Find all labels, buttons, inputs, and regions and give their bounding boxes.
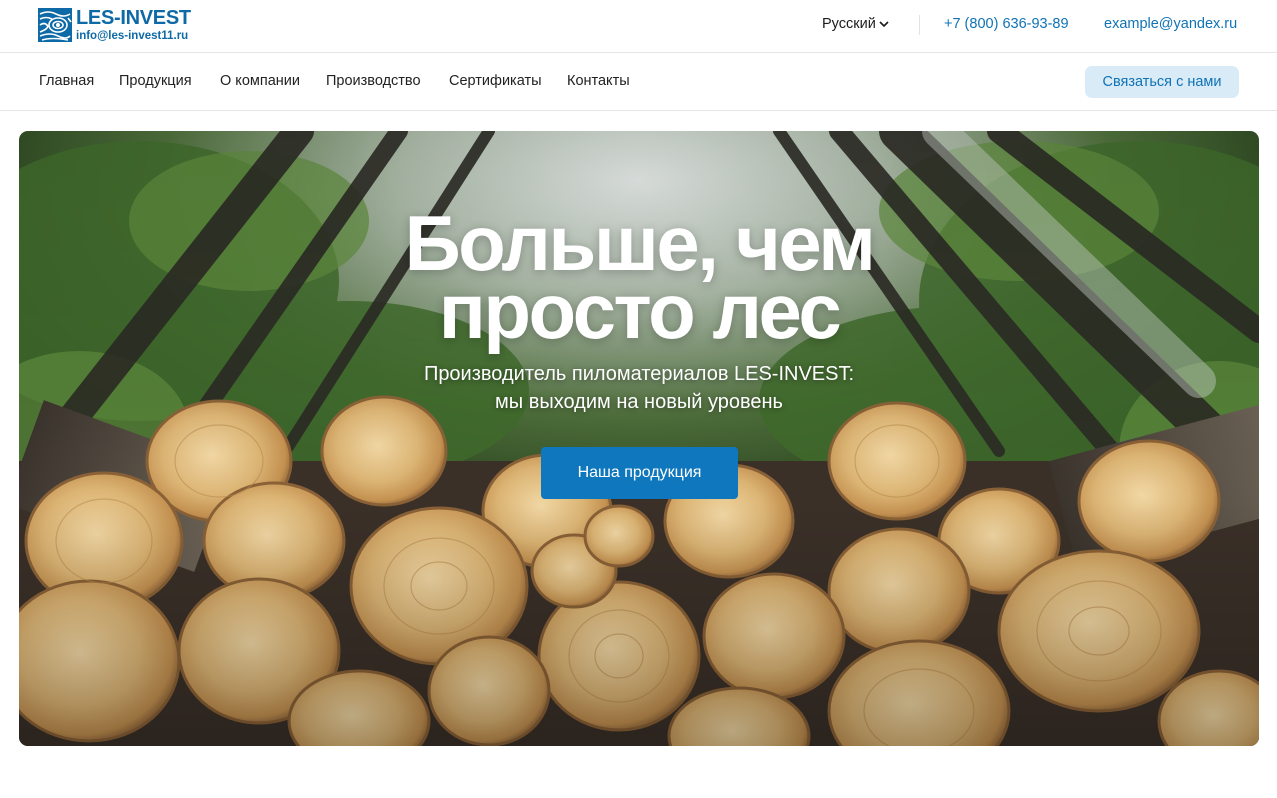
nav-item-products[interactable]: Продукция	[119, 73, 192, 89]
contact-us-button[interactable]: Связаться с нами	[1085, 66, 1239, 98]
nav-item-contacts[interactable]: Контакты	[567, 73, 630, 89]
brand-email: info@les-invest11.ru	[76, 30, 189, 42]
language-selector[interactable]: Русский	[822, 16, 889, 32]
phone-link[interactable]: +7 (800) 636-93-89	[944, 16, 1069, 32]
chevron-down-icon	[879, 21, 889, 28]
hero-banner: Больше, чем просто лес Производитель пил…	[19, 131, 1259, 746]
hero-title-line-2: просто лес	[438, 267, 842, 355]
hero-subtitle: Производитель пиломатериалов LES-INVEST:…	[19, 360, 1259, 416]
nav-item-about[interactable]: О компании	[220, 73, 300, 89]
hero-subtitle-line-2: мы выходим на новый уровень	[495, 391, 783, 413]
main-navigation: Главная Продукция О компании Производств…	[0, 54, 1277, 111]
nav-item-production[interactable]: Производство	[326, 73, 421, 89]
nav-item-home[interactable]: Главная	[39, 73, 94, 89]
brand-name: LES-INVEST	[76, 7, 191, 29]
hero-subtitle-line-1: Производитель пиломатериалов LES-INVEST:	[423, 363, 855, 385]
language-label: Русский	[822, 16, 876, 32]
top-bar: LES-INVEST info@les-invest11.ru Русский …	[0, 0, 1277, 53]
email-link[interactable]: example@yandex.ru	[1104, 16, 1237, 32]
nav-item-certificates[interactable]: Сертификаты	[449, 73, 542, 89]
hero-title: Больше, чем просто лес	[19, 204, 1259, 355]
logo[interactable]: LES-INVEST info@les-invest11.ru	[38, 8, 191, 43]
wood-rings-logo-icon	[38, 8, 72, 42]
our-products-button[interactable]: Наша продукция	[541, 447, 738, 499]
header-divider	[919, 15, 920, 35]
